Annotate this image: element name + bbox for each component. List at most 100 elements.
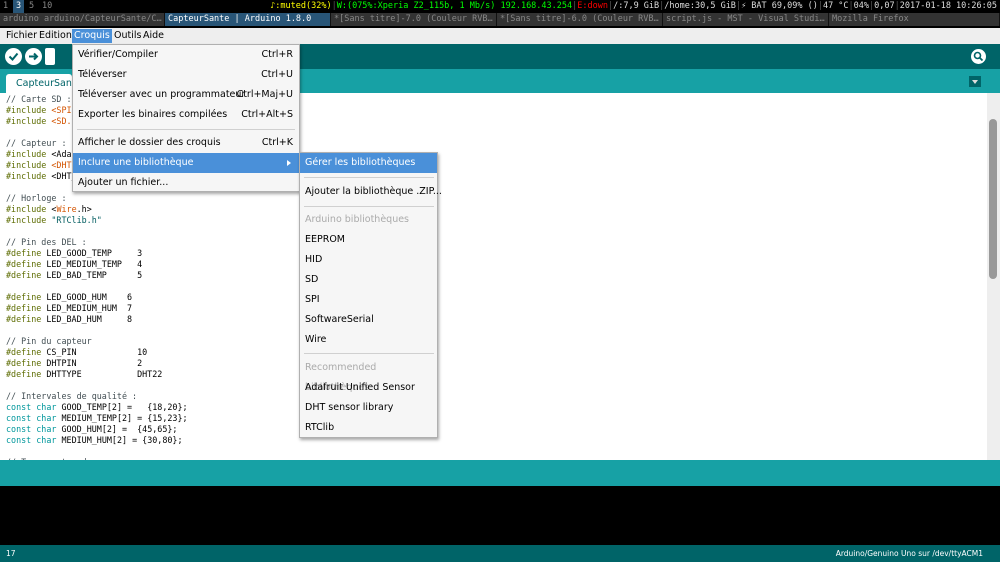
disk-home: /home:30,5 GiB <box>664 1 736 11</box>
workspace-5[interactable]: 5 <box>26 0 37 13</box>
serial-monitor-button[interactable] <box>971 49 986 64</box>
code-line[interactable]: #include "RTClib.h" <box>6 215 188 226</box>
serial-monitor-icon <box>973 51 984 62</box>
verify-button[interactable] <box>5 48 22 65</box>
code-line[interactable]: // Horloge : <box>6 193 188 204</box>
library-eeprom[interactable]: EEPROM <box>300 230 437 250</box>
window-tab[interactable]: *[Sans titre]-6.0 (Couleur RVB… <box>497 13 663 26</box>
code-line[interactable]: #define LED_BAD_HUM 8 <box>6 314 188 325</box>
menu-bar: Fichier Edition Croquis Outils Aide <box>0 28 1000 44</box>
console-output[interactable] <box>2 486 998 545</box>
window-tab[interactable]: *[Sans titre]-7.0 (Couleur RVB… <box>331 13 497 26</box>
menu-item-add-zip[interactable]: Ajouter la bibliothèque .ZIP... <box>300 182 442 202</box>
code-line[interactable]: const char GOOD_TEMP[2] = {18,20}; <box>6 402 188 413</box>
menu-item-show-folder[interactable]: Afficher le dossier des croquis Ctrl+K <box>73 133 299 153</box>
code-line[interactable]: #define DHTTYPE DHT22 <box>6 369 188 380</box>
library-rtclib[interactable]: RTClib <box>300 418 437 438</box>
workspace-10[interactable]: 10 <box>39 0 55 13</box>
recommended-libraries-header: Recommended bibliothèques <box>305 362 377 393</box>
menu-item-label: Vérifier/Compiler <box>78 49 158 60</box>
menu-outils[interactable]: Outils <box>112 29 143 43</box>
menu-item-label: DHT sensor library <box>305 402 394 413</box>
croquis-menu: Vérifier/Compiler Ctrl+R Téléverser Ctrl… <box>72 44 300 192</box>
menu-item-label: RTClib <box>305 422 335 433</box>
clock: 2017-01-18 10:26:05 <box>899 1 997 11</box>
verify-icon <box>8 52 19 61</box>
menu-item-export-binaries[interactable]: Exporter les binaires compilées Ctrl+Alt… <box>73 105 299 125</box>
library-hid[interactable]: HID <box>300 250 437 270</box>
audio-status: ♪:muted(32%) <box>270 1 332 11</box>
code-line[interactable]: #define LED_GOOD_TEMP 3 <box>6 248 188 259</box>
menu-item-label: Ajouter un fichier... <box>78 177 169 188</box>
library-softwareserial[interactable]: SoftwareSerial <box>300 310 437 330</box>
menu-aide[interactable]: Aide <box>141 29 166 43</box>
board-port: Arduino/Genuino Uno sur /dev/ttyACM1 <box>835 549 983 558</box>
code-line[interactable]: // Pin des DEL : <box>6 237 188 248</box>
workspace-1[interactable]: 1 <box>0 0 11 13</box>
menu-item-shortcut: Ctrl+K <box>261 137 293 148</box>
disk-root: /:7,9 GiB <box>613 1 660 11</box>
menu-item-label: SPI <box>305 294 320 305</box>
menu-item-shortcut: Ctrl+Maj+U <box>236 89 293 100</box>
workspace-3[interactable]: 3 <box>13 0 25 13</box>
menu-item-shortcut: Ctrl+R <box>261 49 293 60</box>
window-tab-arduino[interactable]: CapteurSante | Arduino 1.8.0 <box>165 13 331 26</box>
menu-item-include-library[interactable]: Inclure une bibliothèque <box>73 153 299 173</box>
battery-status: ⚡ BAT 69,09% () <box>741 1 818 11</box>
ethernet-status: E:down <box>577 1 608 11</box>
menu-fichier[interactable]: Fichier <box>4 29 39 43</box>
message-area <box>0 460 1000 486</box>
menu-item-manage-libraries[interactable]: Gérer les bibliothèques <box>300 153 437 173</box>
code-line[interactable]: const char GOOD_HUM[2] = {45,65}; <box>6 424 188 435</box>
line-number: 17 <box>6 549 16 558</box>
code-line[interactable] <box>6 380 188 391</box>
window-tab[interactable]: script.js - MST - Visual Studi… <box>663 13 829 26</box>
code-line[interactable]: #include <Wire.h> <box>6 204 188 215</box>
code-line[interactable]: #define LED_GOOD_HUM 6 <box>6 292 188 303</box>
code-line[interactable]: const char MEDIUM_TEMP[2] = {15,23}; <box>6 413 188 424</box>
scrollbar-thumb[interactable] <box>989 119 997 279</box>
menu-item-verify[interactable]: Vérifier/Compiler Ctrl+R <box>73 45 299 65</box>
code-line[interactable] <box>6 325 188 336</box>
menu-item-upload-programmer[interactable]: Téléverser avec un programmateur Ctrl+Ma… <box>73 85 299 105</box>
load-average: 0,07 <box>874 1 895 11</box>
arduino-libraries-header: Arduino bibliothèques <box>305 214 410 225</box>
code-line[interactable]: #define LED_BAD_TEMP 5 <box>6 270 188 281</box>
menu-separator <box>304 353 434 354</box>
upload-icon <box>29 52 39 61</box>
window-tab[interactable]: Mozilla Firefox <box>829 13 1000 26</box>
menu-item-shortcut: Ctrl+U <box>261 69 293 80</box>
window-tab[interactable]: arduino arduino/CapteurSante/C… <box>0 13 165 26</box>
upload-button[interactable] <box>25 48 42 65</box>
code-line[interactable]: // Intervales de qualité : <box>6 391 188 402</box>
menu-item-label: Gérer les bibliothèques <box>305 157 416 168</box>
library-spi[interactable]: SPI <box>300 290 437 310</box>
library-dht-sensor[interactable]: DHT sensor library <box>300 398 437 418</box>
menu-item-label: Adafruit Unified Sensor <box>305 382 415 393</box>
library-wire[interactable]: Wire <box>300 330 437 350</box>
menu-item-label: Téléverser avec un programmateur <box>78 89 246 100</box>
wifi-status: W:(075%:Xperia Z2_115b, 1 Mb/s) 192.168.… <box>336 1 573 11</box>
new-sketch-button[interactable] <box>45 48 55 65</box>
tab-capteursante[interactable]: CapteurSante <box>6 74 72 93</box>
tab-menu-button[interactable] <box>969 76 981 87</box>
code-line[interactable]: // Pin du capteur <box>6 336 188 347</box>
code-line[interactable]: #define LED_MEDIUM_HUM 7 <box>6 303 188 314</box>
menu-edition[interactable]: Edition <box>37 29 74 43</box>
code-line[interactable] <box>6 281 188 292</box>
menu-croquis[interactable]: Croquis <box>72 29 112 43</box>
editor-scrollbar[interactable] <box>987 93 1000 460</box>
code-line[interactable] <box>6 226 188 237</box>
menu-item-add-file[interactable]: Ajouter un fichier... <box>73 173 299 193</box>
code-line[interactable]: const char MEDIUM_HUM[2] = {30,80}; <box>6 435 188 446</box>
code-line[interactable]: #define LED_MEDIUM_TEMP 4 <box>6 259 188 270</box>
library-adafruit-unified-sensor[interactable]: Adafruit Unified Sensor <box>300 378 437 398</box>
code-line[interactable] <box>6 446 188 457</box>
menu-separator <box>304 206 434 207</box>
menu-item-label: Afficher le dossier des croquis <box>78 137 221 148</box>
window-tab-bar: arduino arduino/CapteurSante/C… CapteurS… <box>0 13 1000 26</box>
code-line[interactable]: #define DHTPIN 2 <box>6 358 188 369</box>
library-sd[interactable]: SD <box>300 270 437 290</box>
code-line[interactable]: #define CS_PIN 10 <box>6 347 188 358</box>
menu-item-upload[interactable]: Téléverser Ctrl+U <box>73 65 299 85</box>
